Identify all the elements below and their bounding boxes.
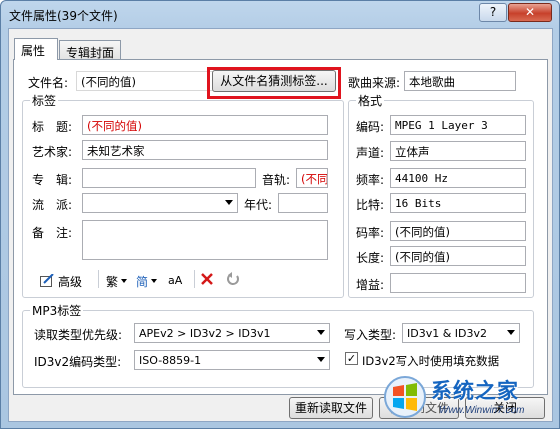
reload-file-button[interactable]: 重新读取文件 [289,397,373,419]
write-type-value: ID3v1 & ID3v2 [407,327,488,340]
toolbar-separator [194,270,195,288]
simplified-chinese-button[interactable]: 简 [136,272,164,290]
album-label: 专 辑: [32,173,73,187]
site-watermark: 系统之家 Www.Winwin7.com [383,371,558,427]
id3v2-encoding-label: ID3v2编码类型: [34,355,122,369]
write-type-label: 写入类型: [344,328,397,342]
codec-field[interactable]: MPEG 1 Layer 3 [390,115,526,135]
frequency-field[interactable]: 44100 Hz [390,168,526,188]
chevron-down-icon [507,330,515,335]
frequency-label: 频率: [356,173,385,187]
delete-icon[interactable] [200,272,214,286]
id3v2-encoding-combo[interactable]: ISO-8859-1 [134,350,330,370]
id3v2-encoding-value: ISO-8859-1 [139,354,202,367]
album-field[interactable] [82,168,256,188]
window-title: 文件属性(39个文件) [9,9,118,23]
simplified-label: 简 [136,275,149,289]
artist-field[interactable]: 未知艺术家 [82,140,328,160]
length-field[interactable]: (不同的值) [390,246,526,266]
case-convert-button[interactable]: aA [168,271,190,291]
chevron-down-icon [317,357,325,362]
filename-field[interactable]: (不同的值) [76,71,216,91]
gain-label: 增益: [356,278,385,292]
song-source-label: 歌曲来源: [348,76,401,90]
padding-checkbox[interactable]: ✓ [345,352,358,365]
write-type-combo[interactable]: ID3v1 & ID3v2 [402,323,520,343]
window-close-button[interactable]: ✕ [508,3,552,22]
bitrate-label: 码率: [356,226,385,240]
genre-combo[interactable] [82,193,238,213]
artist-label: 艺术家: [32,145,73,159]
help-button[interactable]: ? [479,3,507,22]
filename-label: 文件名: [28,76,69,90]
properties-window: 文件属性(39个文件) ? ✕ 属性 专辑封面 文件名: (不同的值) 从文件名… [0,0,560,429]
codec-label: 编码: [356,120,385,134]
padding-checkbox-label: ID3v2写入时使用填充数据 [362,354,500,368]
comment-label: 备 注: [32,226,73,240]
length-label: 长度: [356,251,385,265]
bits-label: 比特: [356,198,385,212]
traditional-label: 繁 [106,275,119,289]
title-label: 标 题: [32,120,73,134]
title-bar[interactable]: 文件属性(39个文件) ? ✕ [1,1,559,27]
bitrate-field[interactable]: (不同的值) [390,221,526,241]
advanced-label: 高级 [58,275,83,289]
track-label: 音轨: [262,173,291,187]
read-priority-label: 读取类型优先级: [34,328,123,342]
track-field[interactable]: (不同 [296,168,328,188]
tab-album-cover[interactable]: 专辑封面 [59,40,121,60]
windows-logo-icon [384,376,426,418]
year-field[interactable] [278,193,328,213]
case-label: aA [168,274,183,287]
traditional-chinese-button[interactable]: 繁 [106,272,132,290]
year-label: 年代: [244,198,273,212]
chevron-down-icon [151,279,157,283]
song-source-field[interactable]: 本地歌曲 [404,71,516,91]
highlight-box [207,67,341,99]
chevron-down-icon [225,200,233,205]
mp3-group-title: MP3标签 [30,302,84,319]
bits-field[interactable]: 16 Bits [390,193,526,213]
read-priority-combo[interactable]: APEv2 > ID3v2 > ID3v1 [134,323,330,343]
comment-field[interactable] [82,220,328,260]
channels-field[interactable]: 立体声 [390,141,526,161]
toolbar-separator [98,270,99,288]
undo-icon[interactable] [226,272,240,286]
genre-label: 流 派: [32,198,73,212]
properties-panel: 文件名: (不同的值) 从文件名猜测标签... 歌曲来源: 本地歌曲 标签 标 … [13,59,548,395]
chevron-down-icon [121,279,127,283]
format-group-title: 格式 [356,92,385,109]
tag-group-title: 标签 [30,92,59,109]
watermark-title: 系统之家 [431,379,519,403]
tab-properties[interactable]: 属性 [14,38,58,60]
channels-label: 声道: [356,146,385,160]
advanced-button[interactable]: 高级 [38,272,94,290]
gain-field[interactable] [390,273,526,293]
title-field[interactable]: (不同的值) [82,115,328,135]
watermark-url: Www.Winwin7.com [439,405,525,416]
chevron-down-icon [317,330,325,335]
read-priority-value: APEv2 > ID3v2 > ID3v1 [139,327,271,340]
edit-icon [40,274,54,287]
